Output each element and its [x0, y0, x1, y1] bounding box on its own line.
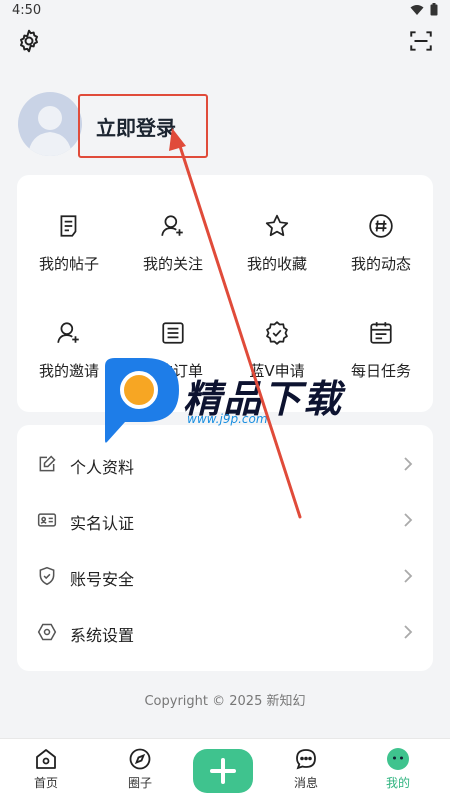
message-icon: [296, 749, 316, 770]
default-avatar-icon: [28, 106, 72, 156]
scan-icon: [410, 31, 432, 51]
grid-item-blue-v[interactable]: 蓝V申请: [225, 320, 329, 410]
list-item-system-settings[interactable]: 系统设置: [17, 605, 433, 661]
compass-icon: [129, 748, 151, 770]
battery-icon: [430, 3, 438, 16]
list-item-verification[interactable]: 实名认证: [17, 493, 433, 549]
create-post-button[interactable]: [193, 749, 253, 793]
grid-item-posts[interactable]: 我的帖子: [17, 213, 121, 303]
list-item-profile[interactable]: 个人资料: [17, 437, 433, 493]
hexagon-settings-icon: [37, 623, 57, 641]
settings-list: 个人资料 实名认证 账号安全 系统设置: [17, 425, 433, 671]
star-icon: [265, 214, 289, 237]
calendar-icon: [370, 322, 392, 344]
badge-icon: [266, 321, 288, 345]
login-link[interactable]: 立即登录: [96, 112, 176, 141]
invite-icon: [57, 322, 79, 343]
gear-icon: [20, 29, 38, 53]
grid-item-invites[interactable]: 我的邀请: [17, 320, 121, 410]
plus-icon: [210, 758, 236, 784]
chevron-right-icon: [404, 513, 413, 527]
status-bar: 4:50: [0, 0, 450, 22]
tab-me[interactable]: 我的: [368, 747, 428, 791]
id-card-icon: [37, 513, 57, 527]
shield-icon: [39, 566, 55, 586]
bottom-tab-bar: 首页 圈子 消息 我的: [0, 738, 450, 800]
status-time: 4:50: [12, 3, 42, 18]
grid-item-activity[interactable]: 我的动态: [329, 213, 433, 303]
profile-face-icon: [387, 748, 409, 770]
list-item-account-security[interactable]: 账号安全: [17, 549, 433, 605]
grid-item-orders[interactable]: 我的订单: [121, 320, 225, 410]
tab-home[interactable]: 首页: [16, 747, 76, 791]
order-icon: [162, 322, 184, 344]
chevron-right-icon: [404, 457, 413, 471]
scan-button[interactable]: [408, 28, 434, 54]
tab-circles[interactable]: 圈子: [110, 747, 170, 791]
grid-item-following[interactable]: 我的关注: [121, 213, 225, 303]
home-icon: [36, 749, 56, 769]
post-icon: [60, 215, 77, 237]
watermark-url: www.j9p.com: [187, 412, 268, 426]
feature-grid: 我的帖子 我的关注 我的收藏 我的动态 我的邀请 我的订单 蓝V申请 每日任务: [17, 175, 433, 412]
chevron-right-icon: [404, 569, 413, 583]
edit-icon: [39, 455, 56, 472]
wifi-icon: [410, 4, 424, 15]
grid-item-favorites[interactable]: 我的收藏: [225, 213, 329, 303]
avatar[interactable]: [18, 92, 82, 156]
hash-icon: [369, 214, 393, 238]
profile-header: 立即登录: [18, 92, 418, 162]
chevron-right-icon: [404, 625, 413, 639]
follow-icon: [161, 215, 183, 236]
tab-messages[interactable]: 消息: [276, 747, 336, 791]
copyright-text: Copyright © 2025 新知幻: [144, 694, 306, 709]
settings-button[interactable]: [16, 28, 42, 54]
grid-item-daily-tasks[interactable]: 每日任务: [329, 320, 433, 410]
